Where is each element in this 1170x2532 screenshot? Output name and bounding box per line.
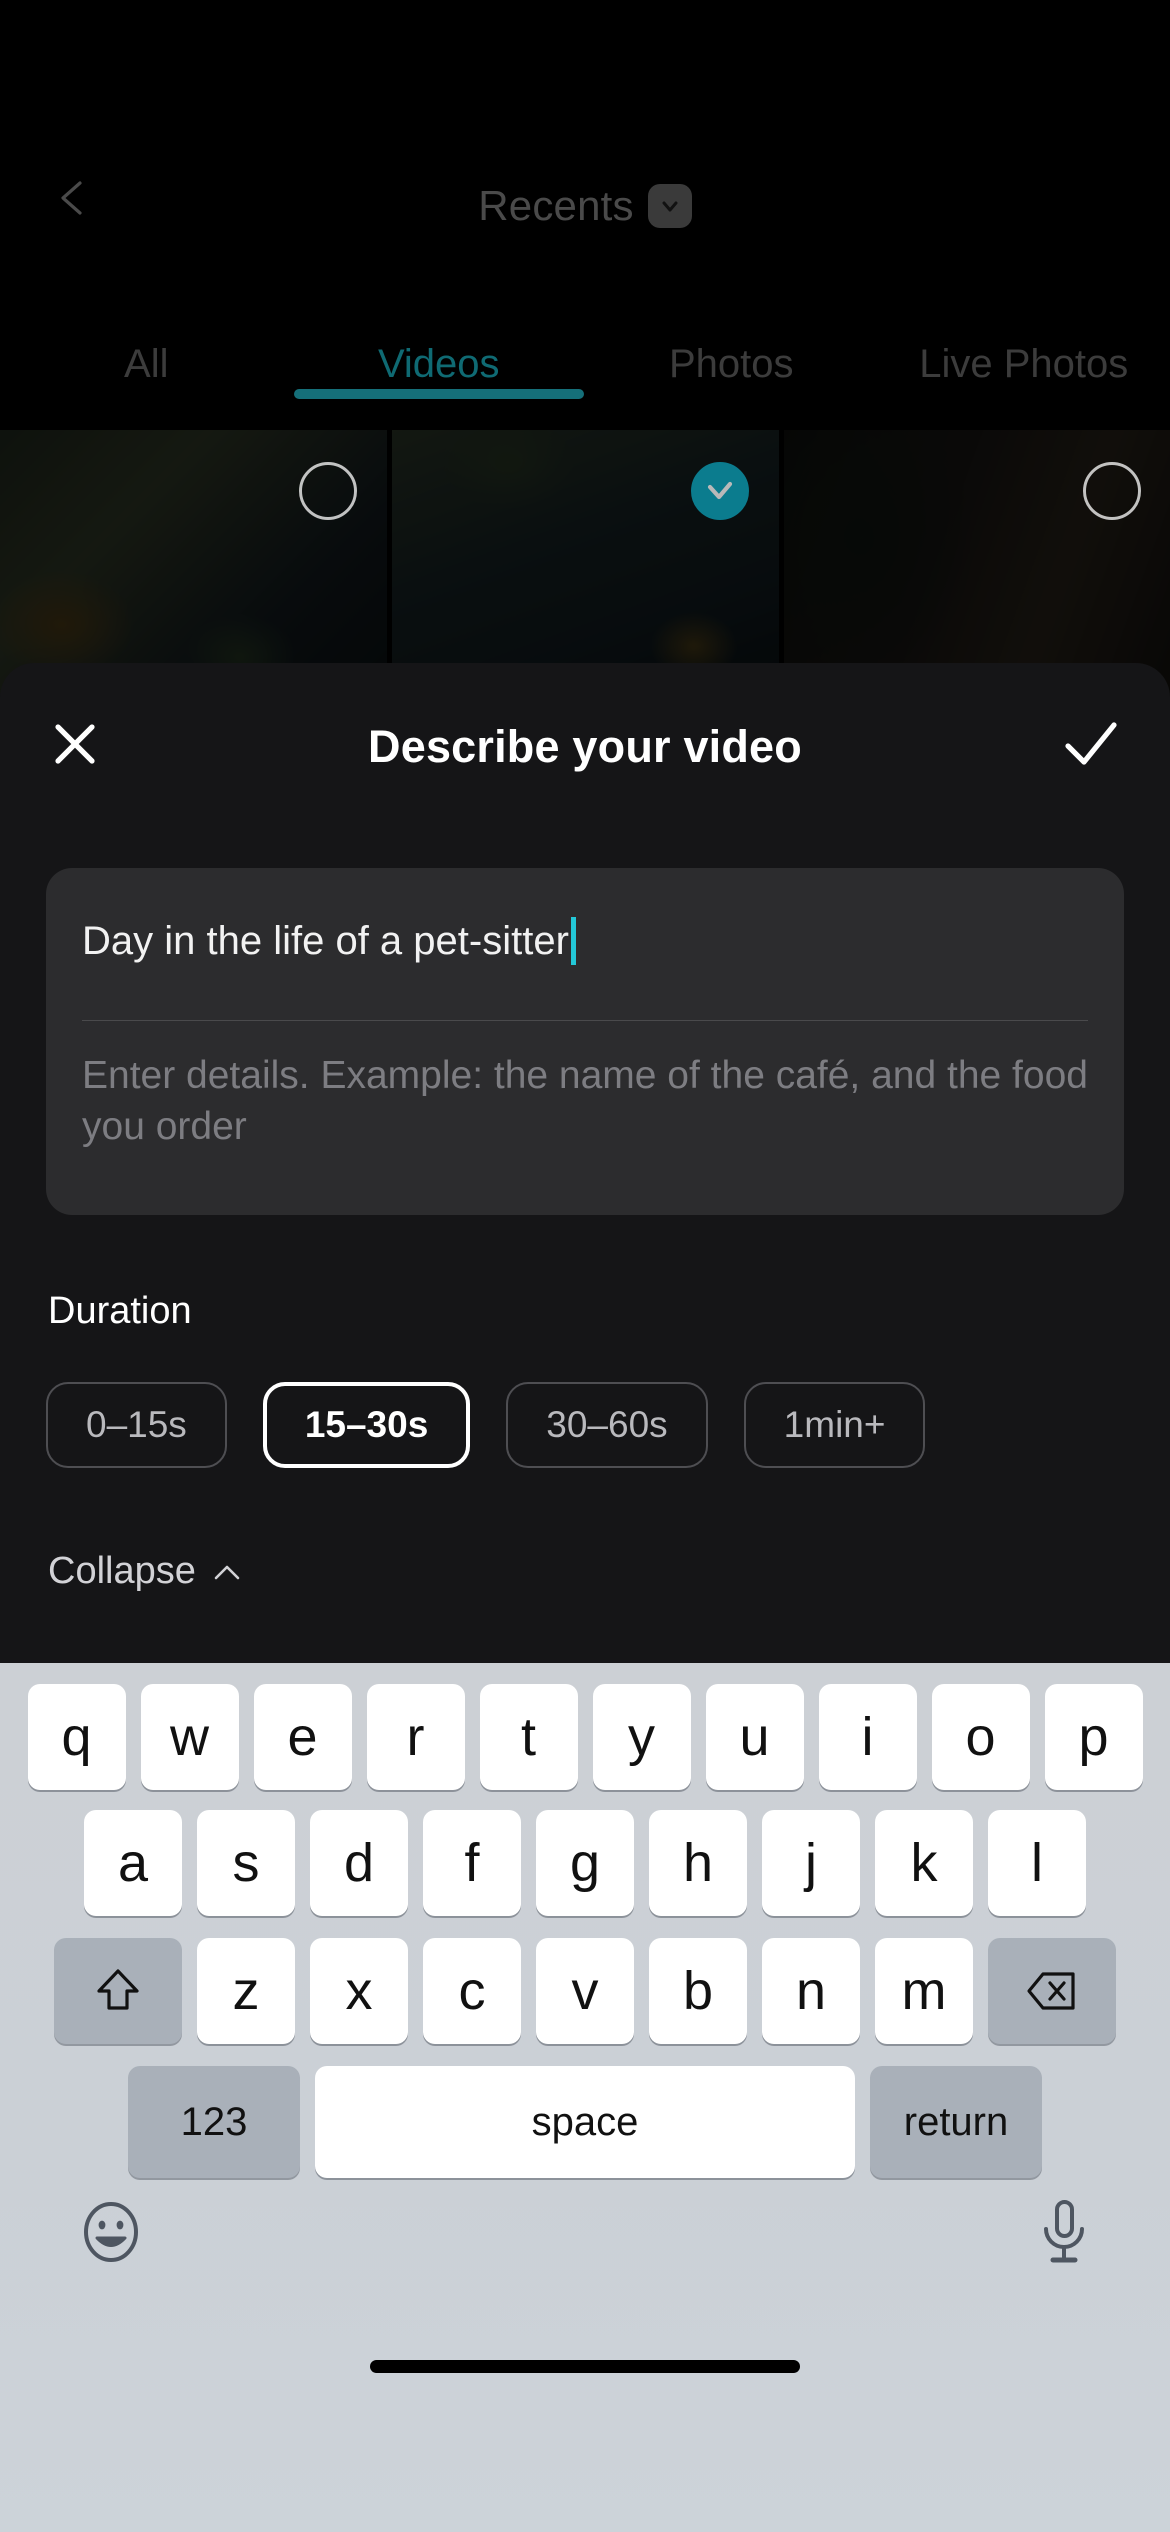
key-v[interactable]: v bbox=[536, 1938, 634, 2044]
keyboard-row-1: q w e r t y u i o p bbox=[0, 1663, 1170, 1791]
media-picker: Recents All Videos Photos Live Photos bbox=[0, 0, 1170, 700]
key-s[interactable]: s bbox=[197, 1810, 295, 1916]
key-m[interactable]: m bbox=[875, 1938, 973, 2044]
shift-key[interactable] bbox=[54, 1938, 182, 2044]
key-h[interactable]: h bbox=[649, 1810, 747, 1916]
keyboard-row-4: 123 space return bbox=[0, 2047, 1170, 2178]
key-w[interactable]: w bbox=[140, 1684, 239, 1790]
backspace-key[interactable] bbox=[988, 1938, 1116, 2044]
tab-label: Live Photos bbox=[919, 342, 1129, 386]
key-y[interactable]: y bbox=[592, 1684, 691, 1790]
return-key[interactable]: return bbox=[870, 2066, 1042, 2178]
thumbnail-item[interactable] bbox=[784, 430, 1170, 700]
chip-label: 1min+ bbox=[783, 1404, 886, 1445]
duration-chip-0-15s[interactable]: 0–15s bbox=[46, 1382, 227, 1468]
key-j[interactable]: j bbox=[762, 1810, 860, 1916]
duration-section-label: Duration bbox=[48, 1290, 192, 1332]
confirm-button[interactable] bbox=[1060, 715, 1122, 773]
tab-label: Videos bbox=[377, 342, 500, 386]
backspace-icon bbox=[1027, 1972, 1075, 2010]
chip-label: 15–30s bbox=[304, 1404, 429, 1445]
virtual-keyboard: q w e r t y u i o p a s d f g h j k l z … bbox=[0, 1663, 1170, 2532]
page-title: Describe your video bbox=[368, 721, 802, 772]
chip-label: 0–15s bbox=[86, 1404, 187, 1445]
key-t[interactable]: t bbox=[479, 1684, 578, 1790]
emoji-button[interactable] bbox=[78, 2199, 144, 2265]
album-selector[interactable]: Recents bbox=[0, 182, 1170, 230]
key-e[interactable]: e bbox=[253, 1684, 352, 1790]
tab-all[interactable]: All bbox=[0, 320, 293, 387]
text-caret bbox=[570, 917, 576, 965]
dictation-button[interactable] bbox=[1036, 2197, 1092, 2267]
key-n[interactable]: n bbox=[762, 1938, 860, 2044]
chevron-up-icon bbox=[214, 1565, 240, 1579]
duration-chip-1min-plus[interactable]: 1min+ bbox=[743, 1382, 926, 1468]
tab-live-photos[interactable]: Live Photos bbox=[878, 320, 1170, 387]
album-title: Recents bbox=[478, 182, 634, 229]
key-u[interactable]: u bbox=[705, 1684, 804, 1790]
key-l[interactable]: l bbox=[988, 1810, 1086, 1916]
thumbnail-item[interactable] bbox=[0, 430, 387, 700]
key-f[interactable]: f bbox=[423, 1810, 521, 1916]
selection-circle-icon[interactable] bbox=[299, 462, 357, 520]
key-p[interactable]: p bbox=[1044, 1684, 1143, 1790]
duration-chip-30-60s[interactable]: 30–60s bbox=[506, 1382, 708, 1468]
selection-check-icon[interactable] bbox=[691, 462, 749, 520]
key-q[interactable]: q bbox=[27, 1684, 126, 1790]
microphone-icon bbox=[1044, 2200, 1084, 2263]
emoji-icon bbox=[84, 2202, 138, 2262]
selection-circle-icon[interactable] bbox=[1083, 462, 1141, 520]
keyboard-bottom-bar bbox=[0, 2177, 1170, 2397]
field-divider bbox=[82, 1020, 1088, 1021]
thumbnail-item[interactable] bbox=[392, 430, 779, 700]
space-key[interactable]: space bbox=[315, 2066, 855, 2178]
details-input-placeholder[interactable]: Enter details. Example: the name of the … bbox=[82, 1050, 1094, 1153]
thumbnail-grid bbox=[0, 430, 1170, 700]
key-o[interactable]: o bbox=[931, 1684, 1030, 1790]
chip-label: 30–60s bbox=[546, 1404, 668, 1445]
picker-tabs: All Videos Photos Live Photos bbox=[0, 320, 1170, 430]
tab-label: All bbox=[124, 342, 169, 386]
phone-screen: Recents All Videos Photos Live Photos De… bbox=[0, 0, 1170, 2532]
numbers-key[interactable]: 123 bbox=[128, 2066, 300, 2178]
key-g[interactable]: g bbox=[536, 1810, 634, 1916]
description-input-card[interactable]: Day in the life of a pet-sitter Enter de… bbox=[46, 868, 1124, 1215]
key-a[interactable]: a bbox=[84, 1810, 182, 1916]
key-k[interactable]: k bbox=[875, 1810, 973, 1916]
key-x[interactable]: x bbox=[310, 1938, 408, 2044]
shift-icon bbox=[97, 1969, 139, 2010]
duration-chip-15-30s[interactable]: 15–30s bbox=[262, 1382, 471, 1468]
key-z[interactable]: z bbox=[197, 1938, 295, 2044]
key-d[interactable]: d bbox=[310, 1810, 408, 1916]
active-tab-underline bbox=[293, 389, 584, 399]
keyboard-row-3: z x c v b n m bbox=[0, 1919, 1170, 2047]
key-c[interactable]: c bbox=[423, 1938, 521, 2044]
key-r[interactable]: r bbox=[366, 1684, 465, 1790]
sheet-header: Describe your video bbox=[0, 663, 1170, 823]
key-i[interactable]: i bbox=[818, 1684, 917, 1790]
keyboard-row-2: a s d f g h j k l bbox=[0, 1791, 1170, 1919]
tab-photos[interactable]: Photos bbox=[585, 320, 878, 387]
tab-videos[interactable]: Videos bbox=[293, 320, 586, 399]
duration-options: 0–15s 15–30s 30–60s 1min+ bbox=[46, 1382, 926, 1468]
title-input-row[interactable]: Day in the life of a pet-sitter bbox=[82, 910, 1088, 972]
title-input[interactable]: Day in the life of a pet-sitter bbox=[82, 919, 569, 964]
home-indicator bbox=[370, 2360, 800, 2373]
collapse-label: Collapse bbox=[48, 1550, 196, 1592]
check-icon bbox=[1065, 722, 1117, 765]
key-b[interactable]: b bbox=[649, 1938, 747, 2044]
chevron-down-icon bbox=[647, 184, 692, 228]
collapse-button[interactable]: Collapse bbox=[48, 1550, 242, 1593]
tab-label: Photos bbox=[668, 342, 794, 386]
